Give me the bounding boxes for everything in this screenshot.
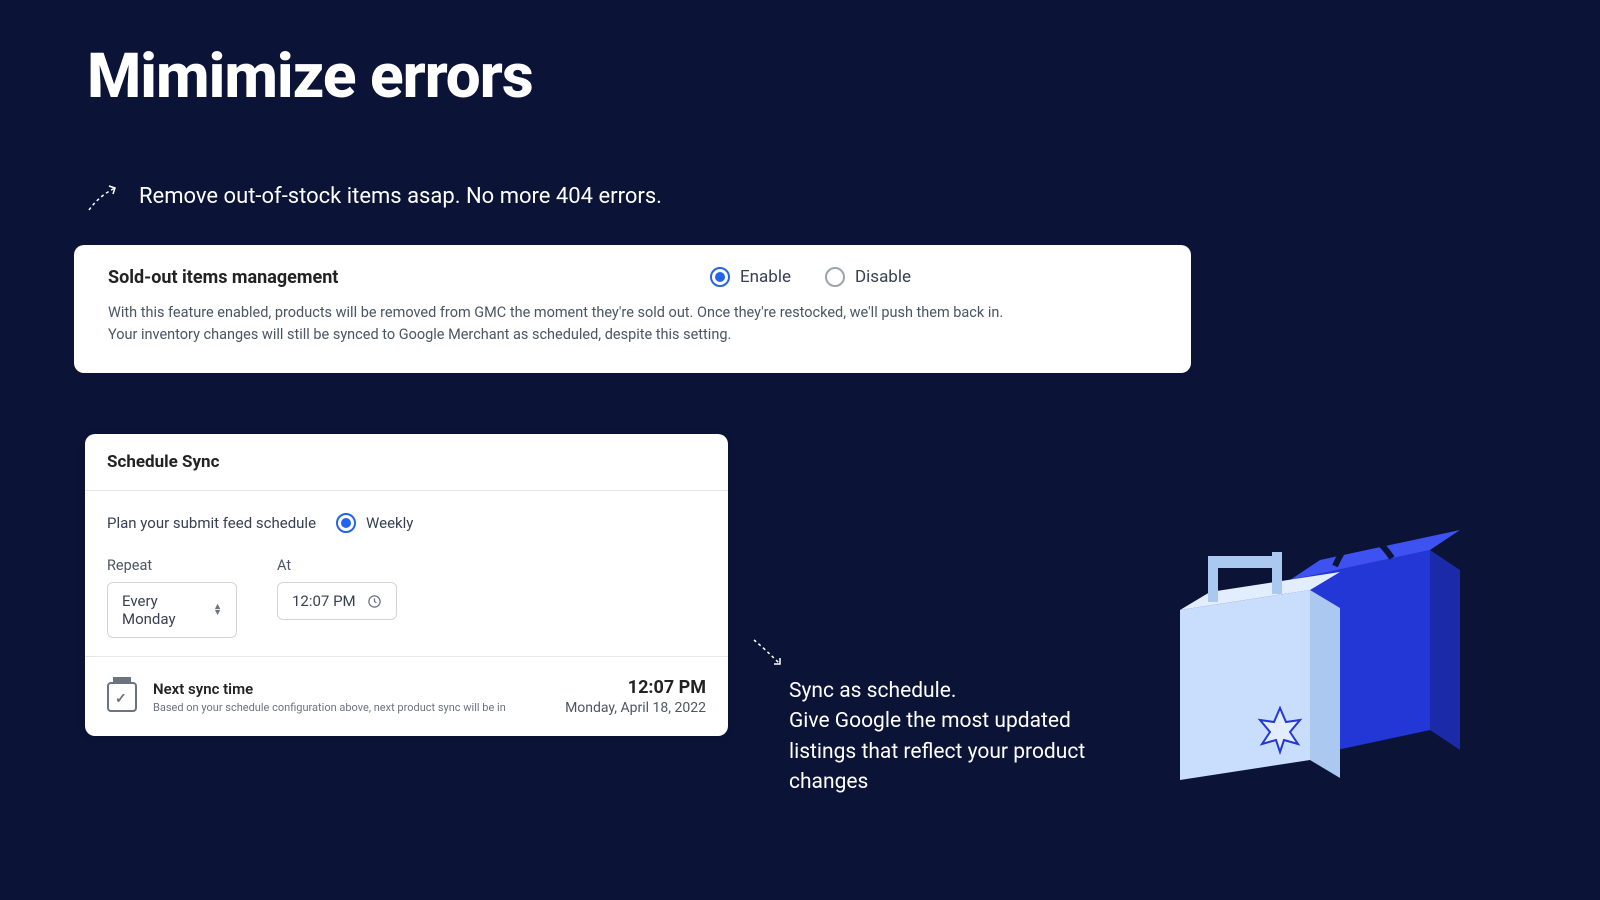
- caption-2-line1: Sync as schedule.: [789, 676, 1129, 706]
- time-value: 12:07 PM: [292, 592, 356, 610]
- repeat-value: Every Monday: [122, 592, 203, 628]
- schedule-header: Schedule Sync: [85, 434, 728, 491]
- calendar-check-icon: ✓: [107, 682, 137, 712]
- at-field: At 12:07 PM: [277, 557, 397, 638]
- at-label: At: [277, 557, 397, 574]
- enable-label: Enable: [740, 267, 791, 287]
- clock-icon: [367, 594, 382, 609]
- caption-row-1: Remove out-of-stock items asap. No more …: [87, 180, 662, 212]
- next-sync-right: 12:07 PM Monday, April 18, 2022: [565, 677, 706, 716]
- plan-row: Plan your submit feed schedule Weekly: [107, 513, 706, 533]
- radio-checked-icon: [336, 513, 356, 533]
- caption-2: Sync as schedule. Give Google the most u…: [789, 676, 1129, 798]
- schedule-card: Schedule Sync Plan your submit feed sche…: [85, 434, 728, 736]
- soldout-desc-line1: With this feature enabled, products will…: [108, 302, 1157, 324]
- schedule-title: Schedule Sync: [107, 452, 706, 472]
- enable-radio[interactable]: Enable: [710, 267, 791, 287]
- updown-icon: ▲▼: [213, 604, 222, 616]
- caption-1-text: Remove out-of-stock items asap. No more …: [139, 184, 662, 209]
- time-input[interactable]: 12:07 PM: [277, 582, 397, 620]
- disable-label: Disable: [855, 267, 911, 287]
- weekly-label: Weekly: [366, 514, 413, 532]
- soldout-card: Sold-out items management Enable Disable…: [74, 245, 1191, 373]
- next-sync-sub: Based on your schedule configuration abo…: [153, 701, 506, 714]
- shopping-bags-icon: [1120, 500, 1460, 800]
- arrow-icon: [87, 180, 121, 212]
- schedule-footer: ✓ Next sync time Based on your schedule …: [85, 656, 728, 736]
- repeat-select[interactable]: Every Monday ▲▼: [107, 582, 237, 638]
- weekly-radio[interactable]: Weekly: [336, 513, 413, 533]
- soldout-desc-line2: Your inventory changes will still be syn…: [108, 324, 1157, 346]
- soldout-title: Sold-out items management: [108, 267, 338, 288]
- plan-label: Plan your submit feed schedule: [107, 514, 316, 532]
- soldout-radio-group: Enable Disable: [710, 267, 911, 287]
- soldout-description: With this feature enabled, products will…: [108, 302, 1157, 347]
- arrow-icon-2: [750, 636, 788, 670]
- repeat-field: Repeat Every Monday ▲▼: [107, 557, 237, 638]
- next-sync-left: ✓ Next sync time Based on your schedule …: [107, 680, 506, 714]
- radio-unchecked-icon: [825, 267, 845, 287]
- disable-radio[interactable]: Disable: [825, 267, 911, 287]
- next-sync-date: Monday, April 18, 2022: [565, 700, 706, 716]
- next-sync-title: Next sync time: [153, 680, 506, 698]
- schedule-body: Plan your submit feed schedule Weekly Re…: [85, 491, 728, 656]
- page-heading: Mimimize errors: [87, 40, 533, 113]
- next-sync-text: Next sync time Based on your schedule co…: [153, 680, 506, 714]
- fields-row: Repeat Every Monday ▲▼ At 12:07 PM: [107, 557, 706, 638]
- repeat-label: Repeat: [107, 557, 237, 574]
- next-sync-time: 12:07 PM: [565, 677, 706, 698]
- caption-2-line2: Give Google the most updated listings th…: [789, 706, 1129, 797]
- radio-checked-icon: [710, 267, 730, 287]
